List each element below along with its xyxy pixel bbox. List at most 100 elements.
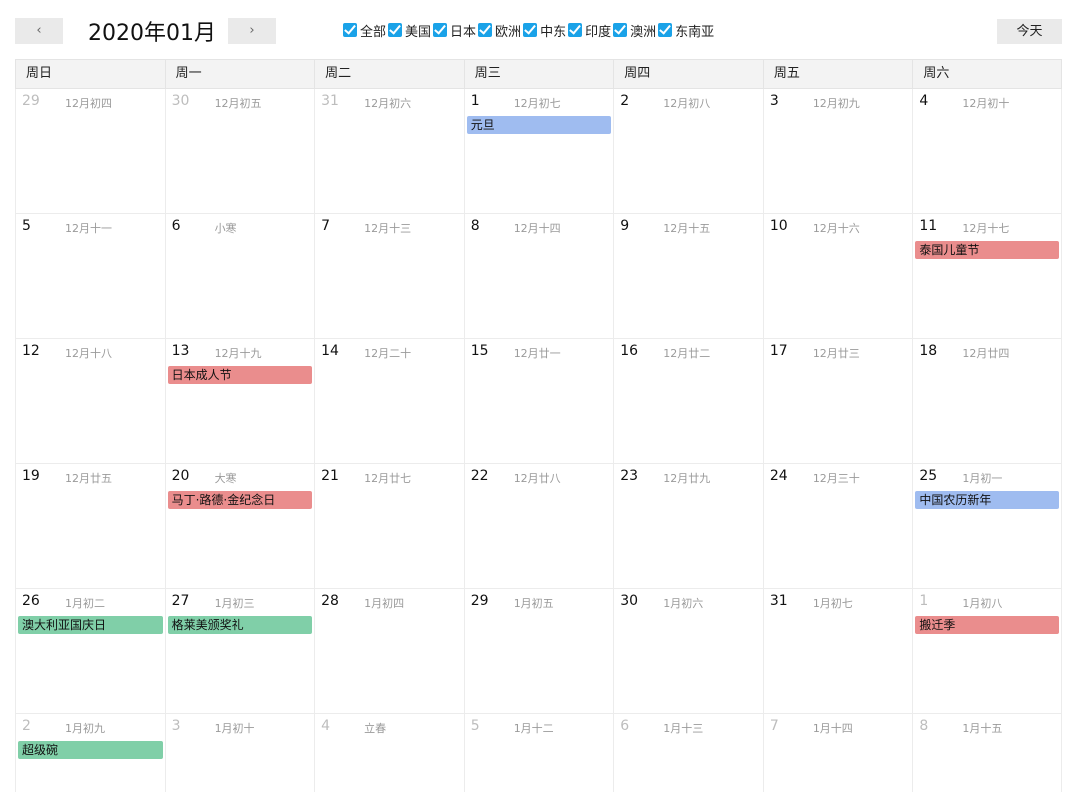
checkbox-checked-icon[interactable] — [343, 23, 357, 37]
filter-2[interactable]: 日本 — [433, 21, 476, 40]
lunar-date: 12月十三 — [364, 222, 412, 235]
day-number: 16 — [620, 343, 639, 359]
day-cell[interactable]: 27 1月初三 格莱美颁奖礼 — [164, 589, 315, 713]
day-cell[interactable]: 7 12月十三 — [314, 214, 464, 338]
day-cell[interactable]: 25 1月初一 中国农历新年 — [912, 464, 1062, 588]
day-cell[interactable]: 24 12月三十 — [762, 464, 913, 588]
day-cell[interactable]: 8 1月十五 — [912, 714, 1062, 792]
lunar-date: 1月初五 — [513, 597, 554, 610]
day-cell[interactable]: 22 12月廿八 — [463, 464, 614, 588]
day-cell[interactable]: 14 12月二十 — [314, 339, 464, 463]
day-number: 24 — [769, 468, 788, 484]
month-calendar: 周日 周一 周二 周三 周四 周五 周六 29 12月初四 30 12月初五 31 12月初六 1 12月… — [15, 59, 1062, 792]
day-number: 25 — [919, 468, 938, 484]
checkbox-checked-icon[interactable] — [433, 23, 448, 37]
event-bar[interactable]: 搬迁季 — [915, 616, 1059, 634]
filter-6[interactable]: 澳洲 — [613, 21, 656, 40]
day-cell[interactable]: 12 12月十八 — [15, 339, 165, 463]
checkbox-checked-icon[interactable] — [658, 23, 673, 37]
event-list: 格莱美颁奖礼 — [167, 616, 313, 636]
day-cell[interactable]: 5 12月十一 — [15, 214, 165, 338]
day-cell[interactable]: 4 12月初十 — [912, 89, 1062, 213]
day-cell[interactable]: 26 1月初二 澳大利亚国庆日 — [15, 589, 165, 713]
day-cell[interactable]: 6 1月十三 — [613, 714, 763, 792]
day-cell[interactable]: 20 大寒 马丁·路德·金纪念日 — [164, 464, 315, 588]
day-cell[interactable]: 13 12月十九 日本成人节 — [164, 339, 315, 463]
checkbox-checked-icon[interactable] — [388, 23, 403, 37]
day-cell[interactable]: 1 12月初七 元旦 — [463, 89, 614, 213]
lunar-date: 12月初四 — [65, 97, 112, 110]
day-cell[interactable]: 3 12月初九 — [762, 89, 913, 213]
prev-month-button[interactable]: ‹ — [15, 18, 63, 44]
day-cell[interactable]: 2 12月初八 — [613, 89, 763, 213]
day-cell[interactable]: 17 12月廿三 — [762, 339, 913, 463]
day-cell[interactable]: 31 1月初七 — [762, 589, 913, 713]
today-button[interactable]: 今天 — [997, 19, 1062, 44]
event-bar[interactable]: 澳大利亚国庆日 — [18, 616, 163, 634]
checkbox-checked-icon[interactable] — [568, 23, 583, 37]
event-list: 澳大利亚国庆日 — [18, 616, 163, 636]
lunar-date: 1月初九 — [65, 722, 105, 735]
filter-5[interactable]: 印度 — [568, 21, 611, 40]
day-cell[interactable]: 30 1月初六 — [613, 589, 763, 713]
event-bar[interactable]: 日本成人节 — [167, 366, 313, 384]
day-cell[interactable]: 4 立春 — [314, 714, 464, 792]
day-cell[interactable]: 15 12月廿一 — [463, 339, 614, 463]
checkbox-checked-icon[interactable] — [613, 23, 628, 37]
lunar-date: 12月初五 — [214, 97, 262, 110]
weekday-label: 周六 — [912, 60, 1062, 88]
day-cell[interactable]: 6 小寒 — [164, 214, 315, 338]
filter-label: 日本 — [450, 24, 477, 40]
next-month-button[interactable]: › — [228, 18, 276, 44]
day-cell[interactable]: 16 12月廿二 — [613, 339, 763, 463]
day-cell[interactable]: 23 12月廿九 — [613, 464, 763, 588]
week-row: 2 1月初九超级碗 3 1月初十 4 立春 5 1月十二 6 1月十三 7 1月十四 8 1月十五 — [15, 714, 1062, 792]
event-bar[interactable]: 马丁·路德·金纪念日 — [167, 491, 313, 509]
day-cell[interactable]: 5 1月十二 — [463, 714, 614, 792]
day-cell[interactable]: 11 12月十七 泰国儿童节 — [912, 214, 1062, 338]
day-cell[interactable]: 21 12月廿七 — [314, 464, 464, 588]
day-cell[interactable]: 8 12月十四 — [463, 214, 614, 338]
day-cell[interactable]: 19 12月廿五 — [15, 464, 165, 588]
filter-1[interactable]: 美国 — [388, 21, 431, 40]
calendar-grid: 29 12月初四 30 12月初五 31 12月初六 1 12月初七 元旦 2 12月初八 3 12月初… — [15, 89, 1062, 792]
day-cell[interactable]: 1 1月初八 搬迁季 — [912, 589, 1062, 713]
weekday-label: 周日 — [15, 60, 165, 88]
filter-label: 东南亚 — [675, 24, 715, 40]
lunar-date: 1月初四 — [364, 597, 405, 610]
event-bar[interactable]: 超级碗 — [18, 741, 163, 759]
day-cell[interactable]: 2 1月初九超级碗 — [15, 714, 165, 792]
day-cell[interactable]: 10 12月十六 — [762, 214, 913, 338]
filter-4[interactable]: 中东 — [523, 21, 566, 40]
day-cell[interactable]: 3 1月初十 — [164, 714, 315, 792]
day-cell[interactable]: 9 12月十五 — [613, 214, 763, 338]
event-list: 泰国儿童节 — [915, 241, 1059, 261]
filter-7[interactable]: 东南亚 — [658, 21, 714, 40]
day-number: 3 — [769, 93, 779, 109]
day-cell[interactable]: 31 12月初六 — [314, 89, 464, 213]
lunar-date: 12月廿七 — [364, 472, 412, 485]
event-bar[interactable]: 中国农历新年 — [915, 491, 1059, 509]
filter-3[interactable]: 欧洲 — [478, 21, 521, 40]
filter-label: 澳洲 — [630, 24, 657, 40]
checkbox-checked-icon[interactable] — [478, 23, 493, 37]
day-cell[interactable]: 29 1月初五 — [463, 589, 614, 713]
day-cell[interactable]: 18 12月廿四 — [912, 339, 1062, 463]
day-number: 8 — [470, 218, 480, 234]
event-list: 中国农历新年 — [915, 491, 1059, 511]
lunar-date: 1月初七 — [812, 597, 853, 610]
checkbox-checked-icon[interactable] — [523, 23, 538, 37]
event-bar[interactable]: 元旦 — [466, 116, 612, 134]
lunar-date: 12月初八 — [663, 97, 711, 110]
day-cell[interactable]: 7 1月十四 — [762, 714, 913, 792]
day-cell[interactable]: 30 12月初五 — [164, 89, 315, 213]
day-number: 6 — [620, 718, 630, 734]
event-bar[interactable]: 格莱美颁奖礼 — [167, 616, 313, 634]
day-number: 2 — [22, 718, 31, 734]
filter-0[interactable]: 全部 — [343, 21, 386, 40]
event-bar[interactable]: 泰国儿童节 — [915, 241, 1059, 259]
lunar-date: 12月十四 — [513, 222, 561, 235]
day-cell[interactable]: 29 12月初四 — [15, 89, 165, 213]
lunar-date: 12月廿三 — [812, 347, 860, 360]
day-cell[interactable]: 28 1月初四 — [314, 589, 464, 713]
